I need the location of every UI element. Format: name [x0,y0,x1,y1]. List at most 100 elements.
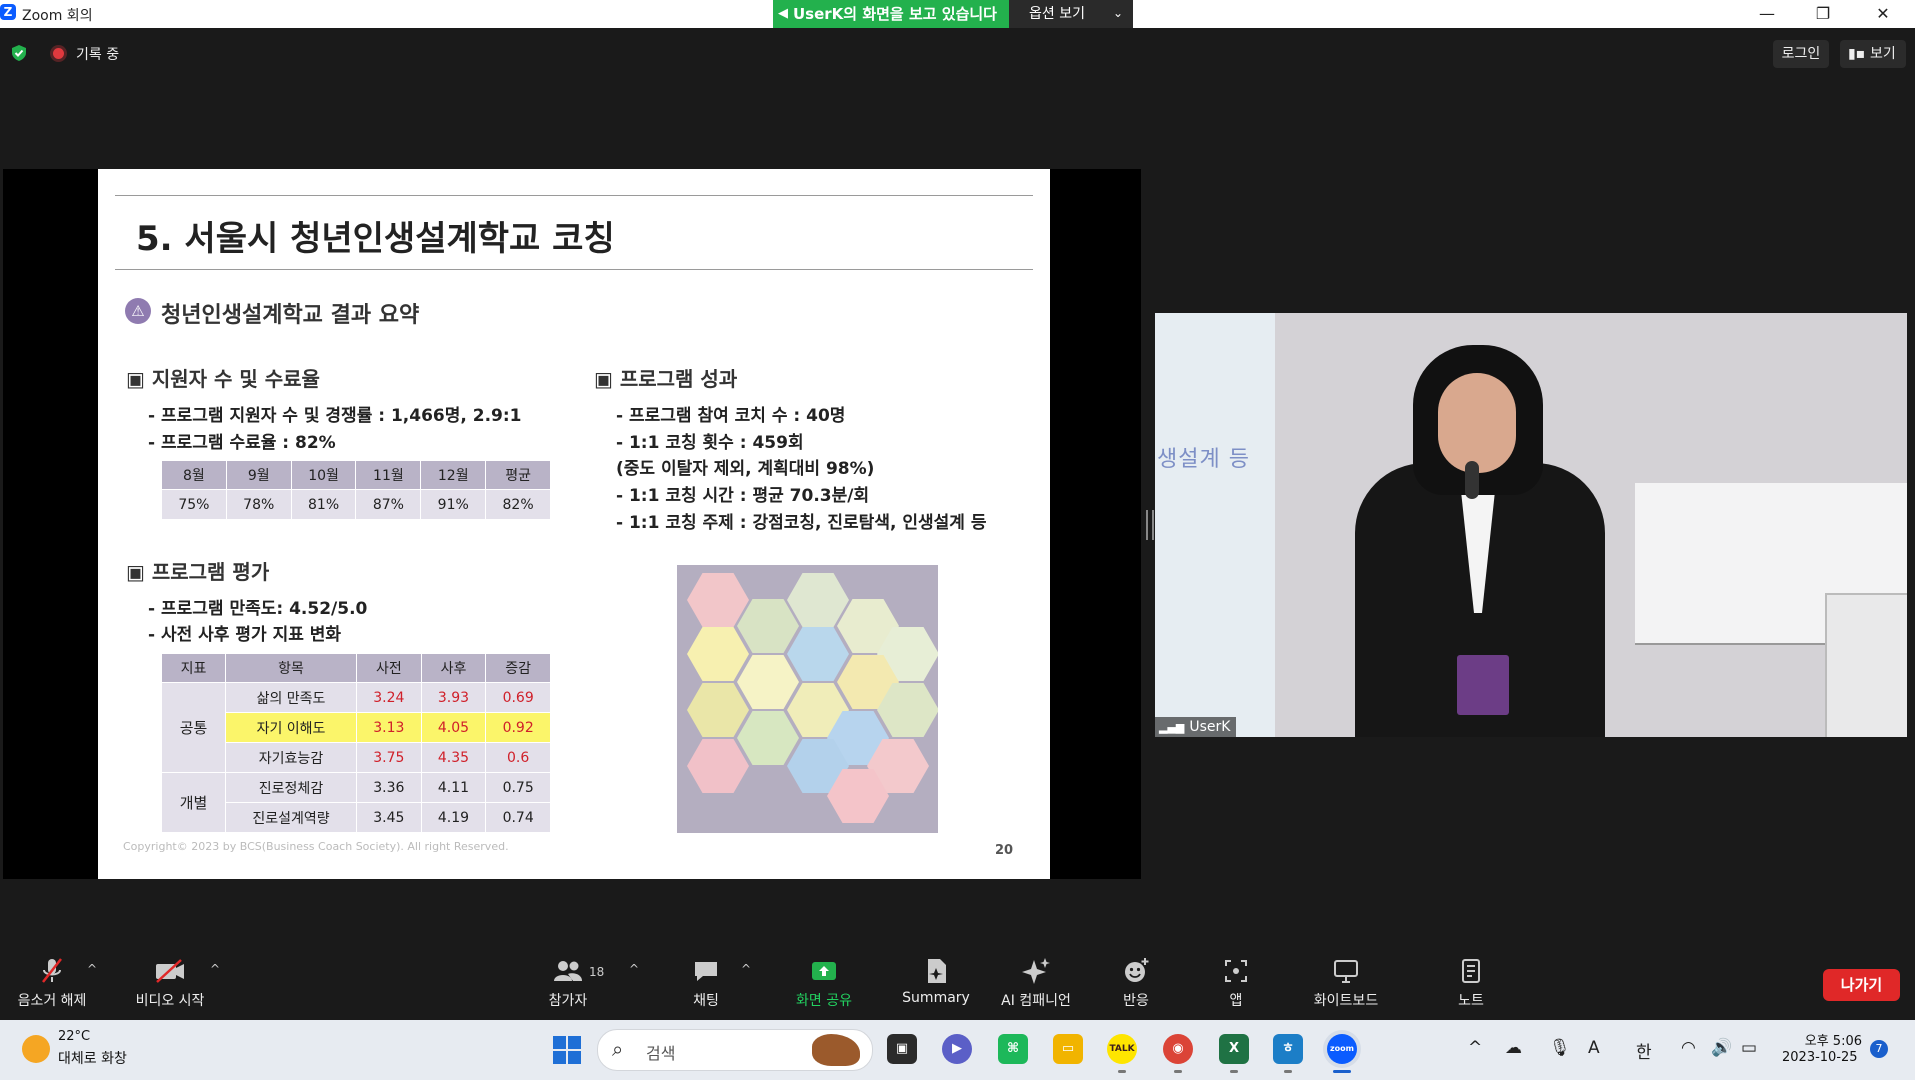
task-view-icon[interactable]: ▣ [887,1034,917,1064]
table-cell: 3.45 [356,802,422,833]
background-sign-text: 생설계 등 [1157,447,1250,472]
sticky-note [737,599,799,653]
reactions-button[interactable]: 반응 [1116,956,1156,1010]
table-cell: 0.92 [485,712,551,743]
hancom-icon[interactable]: ㅎ [1273,1034,1303,1064]
table-cell: 자기효능감 [225,742,357,773]
minimize-button[interactable]: — [1739,0,1795,28]
sticky-note [687,683,749,737]
maximize-button[interactable]: ❐ [1795,0,1851,28]
bullet-sessions-note: (중도 이탈자 제외, 계획대비 98%) [616,459,875,479]
weather-description[interactable]: 대체로 화창 [58,1048,127,1068]
table-cell: 자기 이해도 [225,712,357,743]
sticky-note [787,573,849,627]
weather-sun-icon[interactable] [22,1035,50,1063]
taskbar-search[interactable]: ⌕ 검색 [597,1029,873,1071]
divider [115,195,1033,196]
zoom-taskbar-icon[interactable]: zoom [1327,1034,1357,1064]
table-cell: 3.93 [420,682,487,713]
participants-options-caret[interactable]: ^ [629,962,639,976]
search-icon: ⌕ [612,1037,624,1061]
view-button[interactable]: ▮▪ 보기 [1840,40,1906,68]
completion-table: 8월 9월 10월 11월 12월 평균 75% 78% 81% 87% 91%… [161,460,551,520]
naver-works-icon[interactable]: ⌘ [998,1034,1028,1064]
close-button[interactable]: ✕ [1855,0,1911,28]
speaker-badge [1457,655,1509,715]
bullet-completion: - 프로그램 수료율 : 82% [148,433,336,453]
apps-button[interactable]: 앱 [1221,956,1251,1010]
summary-icon [928,959,946,983]
notes-icon [1462,959,1480,983]
view-button-label: 보기 [1870,46,1896,62]
leave-button[interactable]: 나가기 [1823,969,1900,1001]
login-button[interactable]: 로그인 [1773,40,1829,68]
share-screen-button[interactable]: 화면 공유 [786,956,862,1010]
start-video-label: 비디오 시작 [135,993,205,1009]
onedrive-icon[interactable]: ☁ [1505,1038,1522,1058]
tray-expand-icon[interactable]: ^ [1468,1038,1482,1058]
running-indicator [1174,1070,1182,1073]
wifi-icon[interactable]: ◠ [1681,1038,1696,1058]
kakaotalk-icon[interactable]: TALK [1107,1034,1137,1064]
video-background [1155,313,1275,737]
shared-screen[interactable]: 5. 서울시 청년인생설계학교 코칭 ⚠ 청년인생설계학교 결과 요약 ▣ 지원… [3,169,1141,879]
table-cell: 81% [290,489,357,520]
bullet-satisfaction: - 프로그램 만족도: 4.52/5.0 [148,599,368,619]
table-header-cell: 11월 [355,460,422,490]
security-shield-icon[interactable] [11,45,27,61]
resize-handle[interactable] [1146,510,1154,540]
table-cell: 4.05 [420,712,487,743]
font-icon[interactable]: A [1588,1038,1600,1058]
view-options-button[interactable]: 옵션 보기 ⌄ [1009,0,1133,28]
slide-subtitle: 청년인생설계학교 결과 요약 [161,303,420,328]
table-cell: 진로설계역량 [225,802,357,833]
clock-time[interactable]: 오후 5:06 [1796,1030,1862,1049]
chat-button[interactable]: 채팅 [681,956,731,1010]
whiteboard-label: 화이트보드 [1313,993,1379,1009]
weather-temperature[interactable]: 22°C [58,1029,90,1044]
whiteboard-button[interactable]: 화이트보드 [1306,956,1386,1010]
video-options-caret[interactable]: ^ [210,962,220,976]
recording-label[interactable]: 기록 중 [76,44,119,64]
reactions-label: 반응 [1123,993,1149,1009]
table-cell: 0.74 [485,802,551,833]
table-cell: 4.11 [420,772,487,803]
ai-companion-button[interactable]: AI 컴패니언 [993,956,1079,1010]
microphone-icon[interactable]: 🎙 [1549,1038,1571,1058]
chat-options-caret[interactable]: ^ [741,962,751,976]
windows-logo-icon [568,1051,581,1064]
table-header-cell: 12월 [420,460,487,490]
audio-options-caret[interactable]: ^ [87,962,97,976]
participant-video[interactable]: 생설계 등 ▂▄▆ UserK [1155,313,1907,737]
bullet-topics: - 1:1 코칭 주제 : 강점코칭, 진로탐색, 인생설계 등 [616,513,987,533]
teams-icon[interactable]: ▶ [942,1034,972,1064]
volume-icon[interactable]: 🔊 [1711,1038,1732,1058]
chat-icon [695,962,717,981]
start-button[interactable] [553,1036,581,1064]
unmute-button[interactable]: 음소거 해제 [12,956,92,1010]
running-indicator [1118,1070,1126,1073]
notes-button[interactable]: 노트 [1454,956,1488,1010]
chrome-icon[interactable]: ◉ [1163,1034,1193,1064]
notification-badge[interactable]: 7 [1870,1040,1888,1058]
table-header-cell: 항목 [225,653,357,683]
mic-muted-icon [42,958,62,983]
warning-icon: ⚠ [125,298,151,324]
speaker-icon: ◀ [778,6,788,21]
video-off-icon [156,959,184,983]
clock-date[interactable]: 2023-10-25 [1782,1050,1858,1065]
table-header-cell: 8월 [161,460,227,490]
presentation-slide: 5. 서울시 청년인생설계학교 코칭 ⚠ 청년인생설계학교 결과 요약 ▣ 지원… [98,169,1050,879]
table-cell: 3.13 [356,712,422,743]
view-options-label: 옵션 보기 [1029,6,1085,22]
chat-label: 채팅 [693,993,719,1009]
file-explorer-icon[interactable]: ▭ [1053,1034,1083,1064]
background-board [1825,593,1907,737]
table-header-cell: 10월 [290,460,357,490]
excel-icon[interactable]: X [1219,1034,1249,1064]
summary-button[interactable]: Summary [896,956,976,1006]
screen-share-banner[interactable]: ◀ UserK의 화면을 보고 있습니다 [773,0,1009,28]
ime-indicator[interactable]: 한 [1636,1038,1652,1063]
start-video-button[interactable]: 비디오 시작 [128,956,212,1010]
battery-icon[interactable]: ▭ [1741,1038,1757,1058]
